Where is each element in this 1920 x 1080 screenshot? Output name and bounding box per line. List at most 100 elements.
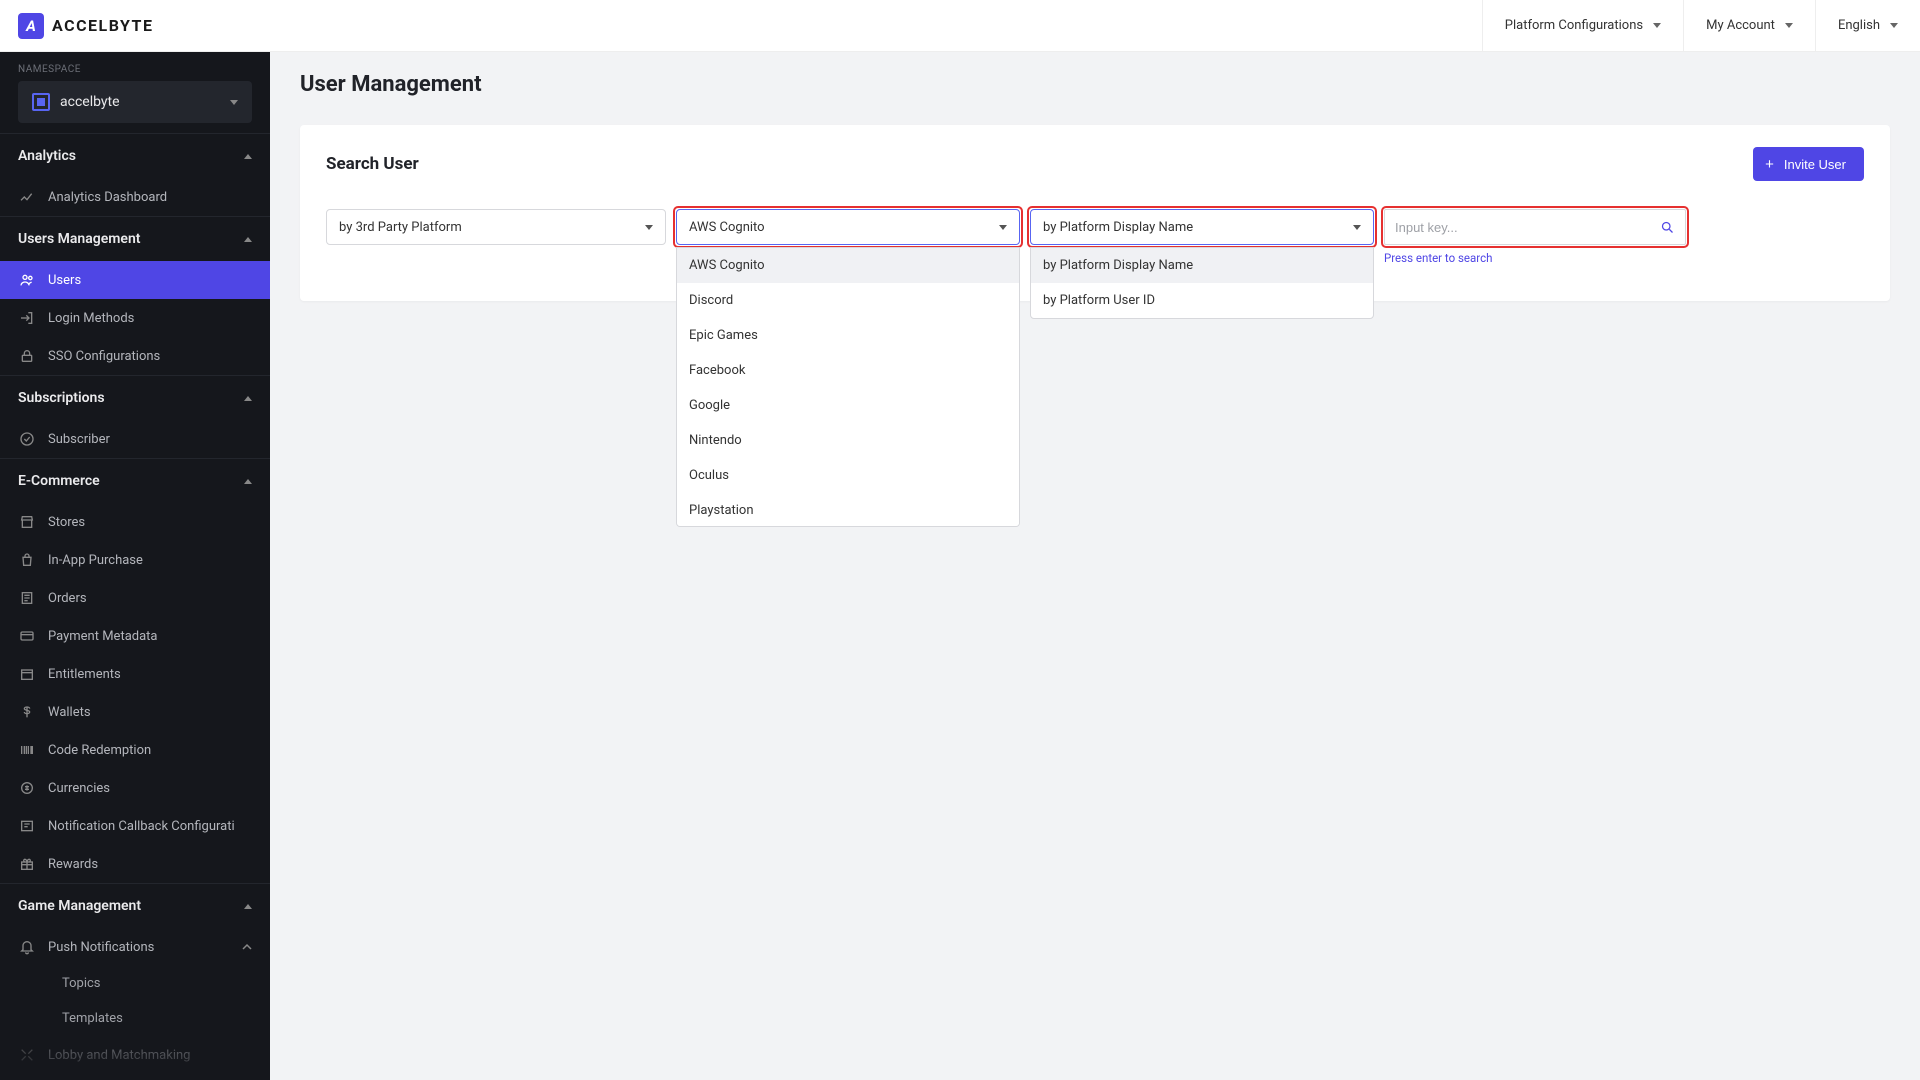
platform-configurations-menu[interactable]: Platform Configurations — [1482, 0, 1683, 51]
sidebar-item-label: Code Redemption — [48, 743, 151, 758]
sidebar-item-rewards[interactable]: Rewards — [0, 845, 270, 883]
platform-value: AWS Cognito — [689, 220, 765, 235]
language-label: English — [1838, 18, 1880, 33]
section-subscriptions-label: Subscriptions — [18, 390, 105, 406]
lock-icon — [18, 347, 36, 365]
sidebar-item-entitlements[interactable]: Entitlements — [0, 655, 270, 693]
search-by-dropdown-list: by Platform Display Name by Platform Use… — [1030, 247, 1374, 319]
platform-dropdown[interactable]: AWS Cognito AWS Cognito Discord Epic Gam… — [676, 209, 1020, 245]
page-title: User Management — [270, 52, 1920, 125]
sidebar-item-label: Push Notifications — [48, 940, 154, 955]
platform-configurations-label: Platform Configurations — [1505, 18, 1643, 33]
search-by-value: by Platform Display Name — [1043, 220, 1193, 235]
language-menu[interactable]: English — [1815, 0, 1920, 51]
box-icon — [18, 665, 36, 683]
invite-user-button[interactable]: + Invite User — [1753, 147, 1864, 181]
sidebar-item-code-redemption[interactable]: Code Redemption — [0, 731, 270, 769]
chevron-down-icon — [1890, 23, 1898, 28]
search-by-dropdown[interactable]: by Platform Display Name by Platform Dis… — [1030, 209, 1374, 245]
section-game-management[interactable]: Game Management — [0, 883, 270, 928]
chevron-down-icon — [645, 225, 653, 230]
search-type-dropdown[interactable]: by 3rd Party Platform — [326, 209, 666, 245]
section-ecommerce-label: E-Commerce — [18, 473, 100, 489]
sidebar-item-label: In-App Purchase — [48, 553, 143, 568]
platform-option[interactable]: Nintendo — [677, 423, 1019, 458]
section-analytics-label: Analytics — [18, 148, 76, 164]
sidebar-item-analytics-dashboard[interactable]: Analytics Dashboard — [0, 178, 270, 216]
swords-icon — [18, 1046, 36, 1064]
search-by-option[interactable]: by Platform User ID — [1031, 283, 1373, 318]
plus-icon: + — [1765, 157, 1774, 172]
sidebar-item-in-app-purchase[interactable]: In-App Purchase — [0, 541, 270, 579]
search-by-option[interactable]: by Platform Display Name — [1031, 248, 1373, 283]
sidebar-item-label: SSO Configurations — [48, 349, 160, 364]
search-type-value: by 3rd Party Platform — [339, 220, 462, 235]
section-subscriptions[interactable]: Subscriptions — [0, 375, 270, 420]
section-users-management[interactable]: Users Management — [0, 216, 270, 261]
platform-option[interactable]: Discord — [677, 283, 1019, 318]
search-user-card: Search User + Invite User by 3rd Party P… — [300, 125, 1890, 301]
sidebar-item-label: Analytics Dashboard — [48, 190, 167, 205]
section-game-label: Game Management — [18, 898, 141, 914]
card-title: Search User — [326, 154, 419, 174]
sidebar-item-label: Rewards — [48, 857, 98, 872]
sidebar-item-label: Stores — [48, 515, 85, 530]
sidebar-item-label: Users — [48, 273, 81, 288]
search-icon — [1660, 220, 1675, 235]
platform-dropdown-list: AWS Cognito Discord Epic Games Facebook … — [676, 247, 1020, 527]
sidebar-item-currencies[interactable]: Currencies — [0, 769, 270, 807]
sidebar-item-notification-callback[interactable]: Notification Callback Configurati — [0, 807, 270, 845]
sidebar-subitem-templates[interactable]: Templates — [0, 1001, 270, 1036]
sidebar-item-label: Wallets — [48, 705, 91, 720]
section-analytics[interactable]: Analytics — [0, 133, 270, 178]
sidebar-item-payment-metadata[interactable]: Payment Metadata — [0, 617, 270, 655]
sidebar-item-users[interactable]: Users — [0, 261, 270, 299]
sidebar-item-push-notifications[interactable]: Push Notifications — [0, 928, 270, 966]
logo[interactable]: A ACCELBYTE — [0, 0, 205, 52]
sidebar-subitem-topics[interactable]: Topics — [0, 966, 270, 1001]
sidebar-item-subscriber[interactable]: Subscriber — [0, 420, 270, 458]
caret-up-icon — [242, 942, 252, 952]
sidebar-item-label: Entitlements — [48, 667, 121, 682]
platform-option[interactable]: Playstation — [677, 493, 1019, 527]
chevron-down-icon — [1785, 23, 1793, 28]
sidebar-item-lobby-matchmaking[interactable]: Lobby and Matchmaking — [0, 1036, 270, 1074]
platform-option[interactable]: Epic Games — [677, 318, 1019, 353]
sidebar-item-login-methods[interactable]: Login Methods — [0, 299, 270, 337]
caret-up-icon — [244, 479, 252, 484]
search-input-box[interactable] — [1384, 209, 1686, 245]
chevron-down-icon — [999, 225, 1007, 230]
sidebar-item-wallets[interactable]: Wallets — [0, 693, 270, 731]
sidebar-item-orders[interactable]: Orders — [0, 579, 270, 617]
caret-up-icon — [244, 154, 252, 159]
logo-text: ACCELBYTE — [52, 16, 153, 35]
namespace-selector[interactable]: accelbyte — [18, 81, 252, 123]
currency-icon — [18, 779, 36, 797]
dollar-icon — [18, 703, 36, 721]
top-header: A ACCELBYTE Platform Configurations My A… — [0, 0, 1920, 52]
section-ecommerce[interactable]: E-Commerce — [0, 458, 270, 503]
sidebar-item-label: Orders — [48, 591, 87, 606]
platform-option[interactable]: Facebook — [677, 353, 1019, 388]
sidebar-item-label: Lobby and Matchmaking — [48, 1048, 190, 1063]
platform-option[interactable]: Google — [677, 388, 1019, 423]
caret-up-icon — [244, 237, 252, 242]
platform-option[interactable]: Oculus — [677, 458, 1019, 493]
invite-user-label: Invite User — [1784, 157, 1846, 172]
main-content: User Management Search User + Invite Use… — [270, 0, 1920, 1080]
search-input-wrap: Press enter to search — [1384, 209, 1686, 265]
chevron-down-icon — [1353, 225, 1361, 230]
platform-option[interactable]: AWS Cognito — [677, 248, 1019, 283]
search-input[interactable] — [1395, 220, 1660, 235]
sidebar-item-label: Currencies — [48, 781, 110, 796]
barcode-icon — [18, 741, 36, 759]
sidebar-item-stores[interactable]: Stores — [0, 503, 270, 541]
card-icon — [18, 627, 36, 645]
sidebar-item-sso-configurations[interactable]: SSO Configurations — [0, 337, 270, 375]
namespace-value: accelbyte — [60, 94, 220, 110]
section-users-label: Users Management — [18, 231, 140, 247]
namespace-icon — [32, 93, 50, 111]
my-account-menu[interactable]: My Account — [1683, 0, 1815, 51]
chart-icon — [18, 188, 36, 206]
search-hint: Press enter to search — [1384, 251, 1686, 265]
